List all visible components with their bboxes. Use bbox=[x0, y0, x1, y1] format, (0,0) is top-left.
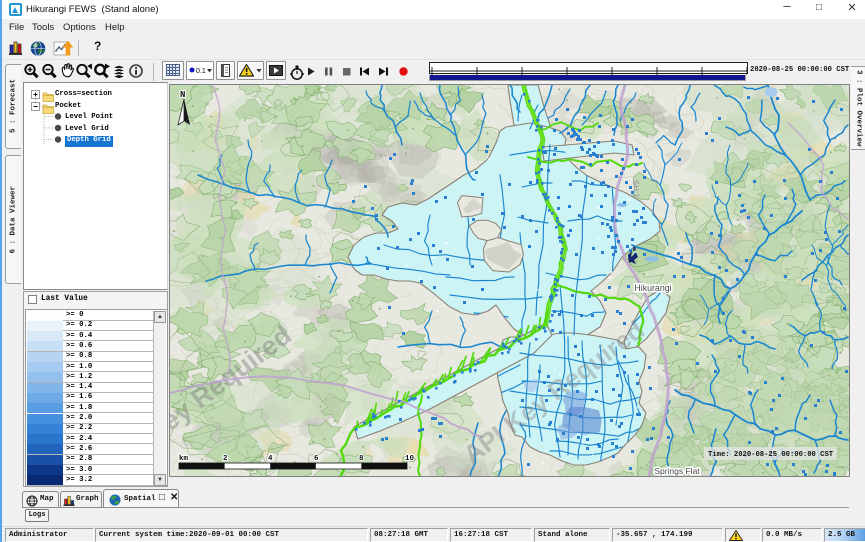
svg-text:0.1: 0.1 bbox=[196, 68, 206, 75]
svg-text:Time: 2020-08-25 00:00:00 CST: Time: 2020-08-25 00:00:00 CST bbox=[708, 451, 834, 459]
svg-text:4: 4 bbox=[268, 455, 273, 463]
svg-text:8: 8 bbox=[359, 455, 364, 463]
svg-text:6: 6 bbox=[314, 455, 319, 463]
svg-text:Hikurangi: Hikurangi bbox=[634, 283, 671, 293]
svg-text:2: 2 bbox=[223, 455, 228, 463]
svg-text:Springs Flat: Springs Flat bbox=[654, 466, 700, 476]
svg-text:N: N bbox=[180, 90, 185, 100]
svg-text:10: 10 bbox=[405, 455, 415, 463]
svg-text:km: km bbox=[179, 455, 189, 463]
svg-text:SH 1: SH 1 bbox=[631, 180, 641, 199]
